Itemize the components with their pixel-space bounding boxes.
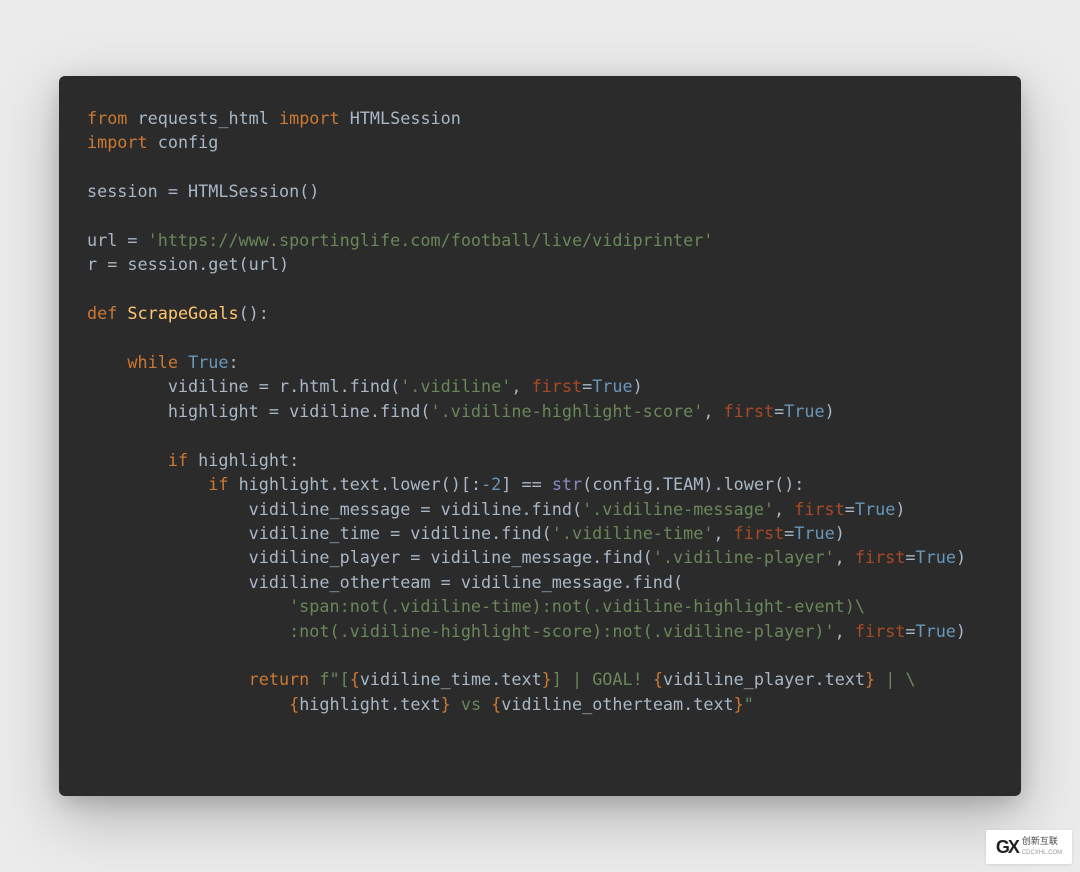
l12str: '.vidiline' xyxy=(400,376,511,396)
l19a: vidiline_player = vidiline_message.find( xyxy=(249,547,653,567)
line-url-a: url = xyxy=(87,230,148,250)
l12p: first xyxy=(532,376,583,396)
l12e: ) xyxy=(633,376,643,396)
l16str: str xyxy=(552,474,582,494)
l24e1: vidiline_time.text xyxy=(360,669,542,689)
mod-requests-html: requests_html xyxy=(138,108,269,128)
l13p: first xyxy=(724,401,775,421)
l19eq: = xyxy=(905,547,915,567)
l24f: f"[ xyxy=(319,669,349,689)
l13str: '.vidiline-highlight-score' xyxy=(431,401,704,421)
code-card: from requests_html import HTMLSession im… xyxy=(59,76,1021,796)
l18t: True xyxy=(794,523,834,543)
watermark-badge: GX 创新互联 CDCXHL.COM xyxy=(986,830,1072,864)
l18s: '.vidiline-time' xyxy=(552,523,714,543)
l24esc: \ xyxy=(905,669,915,689)
kw-from: from xyxy=(87,108,127,128)
l19p: first xyxy=(855,547,906,567)
l22e: ) xyxy=(956,621,966,641)
l13a: highlight = vidiline.find( xyxy=(168,401,431,421)
l16b: ] == xyxy=(501,474,552,494)
l18e: ) xyxy=(835,523,845,543)
line-r: r = session.get(url) xyxy=(87,254,289,274)
l22eq: = xyxy=(905,621,915,641)
name-htmlsession: HTMLSession xyxy=(350,108,461,128)
l13b: , xyxy=(703,401,723,421)
l25e3: highlight.text xyxy=(299,694,440,714)
l13e: ) xyxy=(825,401,835,421)
l24m1: ] | GOAL! xyxy=(552,669,653,689)
l17p: first xyxy=(794,499,845,519)
l17b: , xyxy=(774,499,794,519)
l22b: , xyxy=(835,621,855,641)
watermark-logo: GX xyxy=(996,837,1018,858)
line-session: session = HTMLSession() xyxy=(87,181,319,201)
l19s: '.vidiline-player' xyxy=(653,547,835,567)
l17s: '.vidiline-message' xyxy=(582,499,774,519)
kw-if2: if xyxy=(208,474,228,494)
kw-import2: import xyxy=(87,132,148,152)
l16c: (config.TEAM).lower(): xyxy=(582,474,804,494)
bool-true-while: True xyxy=(188,352,228,372)
l21esc: \ xyxy=(855,596,865,616)
l22p: first xyxy=(855,621,906,641)
l24e2: vidiline_player.text xyxy=(663,669,865,689)
kw-import: import xyxy=(279,108,340,128)
l13t: True xyxy=(784,401,824,421)
colon-while: : xyxy=(228,352,238,372)
l17eq: = xyxy=(845,499,855,519)
l25end: " xyxy=(744,694,754,714)
l12b: , xyxy=(511,376,531,396)
l25m3: vs xyxy=(451,694,491,714)
l15r: highlight: xyxy=(188,450,299,470)
l13eq: = xyxy=(774,401,784,421)
l18b: , xyxy=(713,523,733,543)
l17t: True xyxy=(855,499,895,519)
l12t: True xyxy=(592,376,632,396)
l16a: highlight.text.lower()[: xyxy=(228,474,481,494)
l22t: True xyxy=(916,621,956,641)
l22s: :not(.vidiline-highlight-score):not(.vid… xyxy=(87,621,835,641)
l21s: 'span:not(.vidiline-time):not(.vidiline-… xyxy=(289,596,855,616)
l12a: vidiline = r.html.find( xyxy=(168,376,400,396)
code-block: from requests_html import HTMLSession im… xyxy=(87,106,993,716)
watermark-text: 创新互联 CDCXHL.COM xyxy=(1022,836,1062,858)
l25sp xyxy=(87,694,289,714)
l20: vidiline_otherteam = vidiline_message.fi… xyxy=(249,572,683,592)
fn-tail: (): xyxy=(239,303,269,323)
l16n: -2 xyxy=(481,474,501,494)
l24m2: | xyxy=(875,669,905,689)
l19t: True xyxy=(916,547,956,567)
kw-while: while xyxy=(127,352,178,372)
kw-return: return xyxy=(249,669,310,689)
l17a: vidiline_message = vidiline.find( xyxy=(249,499,582,519)
str-url: 'https://www.sportinglife.com/football/l… xyxy=(148,230,714,250)
l17e: ) xyxy=(895,499,905,519)
kw-def: def xyxy=(87,303,117,323)
l19b: , xyxy=(835,547,855,567)
l18a: vidiline_time = vidiline.find( xyxy=(249,523,552,543)
kw-if1: if xyxy=(168,450,188,470)
l19e: ) xyxy=(956,547,966,567)
l18p: first xyxy=(734,523,785,543)
l25e4: vidiline_otherteam.text xyxy=(501,694,733,714)
fn-name: ScrapeGoals xyxy=(127,303,238,323)
l18eq: = xyxy=(784,523,794,543)
l12eq: = xyxy=(582,376,592,396)
mod-config: config xyxy=(158,132,219,152)
